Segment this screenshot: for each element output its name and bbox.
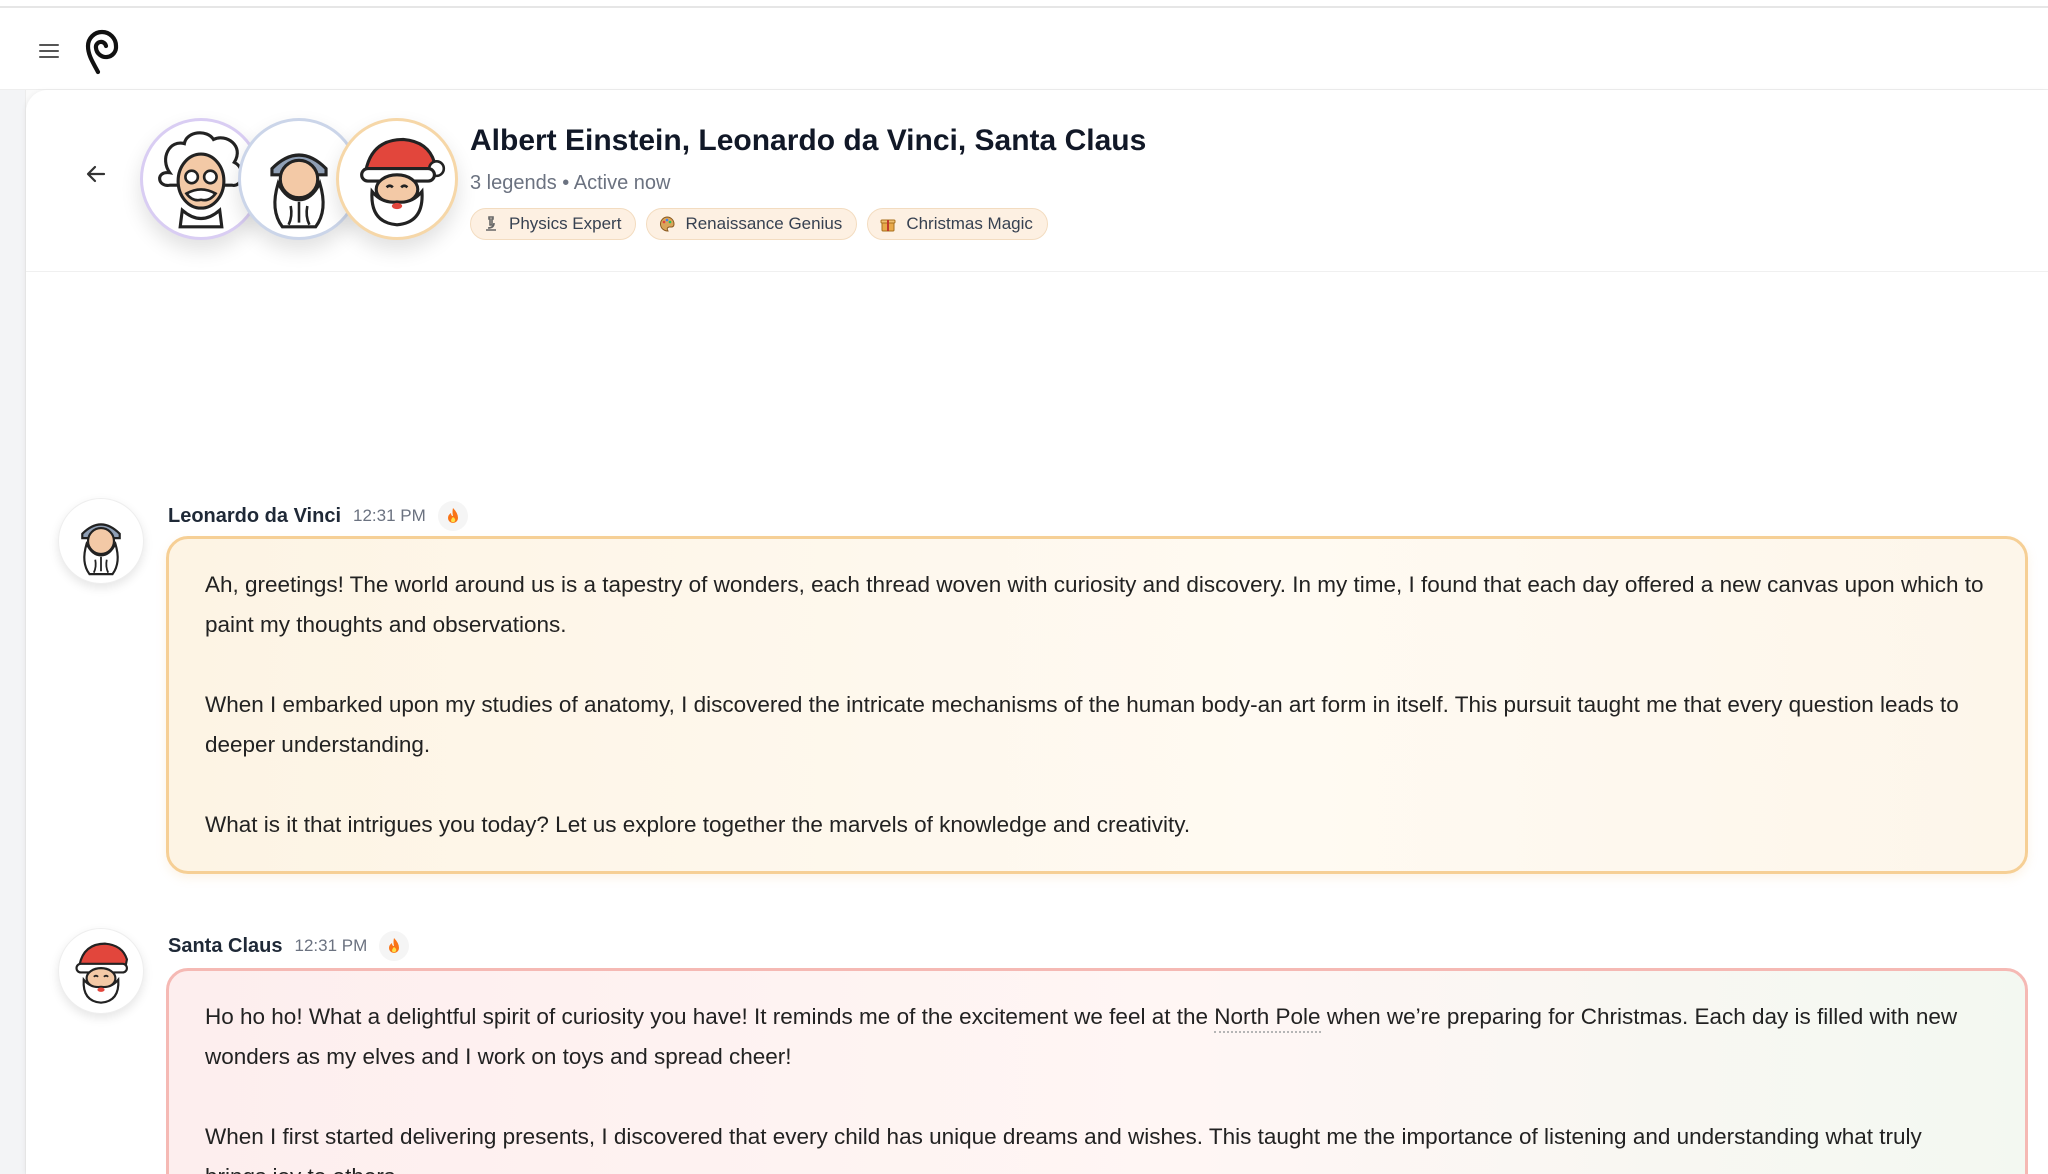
message-paragraph: When I first started delivering presents…	[205, 1124, 1922, 1174]
north-pole-link[interactable]: North Pole	[1214, 1004, 1321, 1033]
tag-renaissance-genius[interactable]: Renaissance Genius	[646, 208, 858, 240]
message-paragraph: When I embarked upon my studies of anato…	[205, 692, 1959, 757]
present-icon	[880, 216, 896, 232]
sender-name: Santa Claus	[168, 934, 283, 957]
chat-subtitle: 3 legends • Active now	[470, 172, 671, 194]
microscope-icon	[483, 216, 499, 232]
message-paragraph: Ah, greetings! The world around us is a …	[205, 572, 1984, 637]
chat-panel: Albert Einstein, Leonardo da Vinci, Sant…	[26, 90, 2048, 1174]
tag-christmas-magic[interactable]: Christmas Magic	[867, 208, 1048, 240]
reaction-button[interactable]	[379, 931, 410, 961]
message-avatar	[58, 498, 144, 584]
legend-tags: Physics Expert Renaissance Genius Christ…	[470, 208, 1048, 240]
palette-icon	[659, 216, 675, 232]
tag-label: Christmas Magic	[906, 214, 1033, 233]
text-segment: Ho ho ho! What a delightful spirit of cu…	[205, 1004, 1215, 1029]
window-top-edge	[0, 0, 2048, 8]
fire-icon	[447, 508, 458, 523]
message-paragraph: What is it that intrigues you today? Let…	[205, 812, 1191, 837]
avatar-santa	[336, 118, 458, 240]
message-paragraph: Ho ho ho! What a delightful spirit of cu…	[205, 997, 1989, 1077]
santa-icon	[360, 137, 446, 227]
message-bubble: Ah, greetings! The world around us is a …	[166, 536, 2028, 874]
message-bubble: Ho ho ho! What a delightful spirit of cu…	[166, 968, 2028, 1174]
hamburger-icon	[39, 44, 59, 58]
tag-label: Physics Expert	[509, 214, 622, 233]
group-avatars	[140, 118, 470, 242]
sender-name: Leonardo da Vinci	[168, 504, 341, 527]
message-meta: Santa Claus 12:31 PM	[168, 931, 410, 961]
reaction-button[interactable]	[437, 501, 468, 531]
tag-label: Renaissance Genius	[685, 214, 843, 233]
back-button[interactable]	[78, 156, 114, 192]
message-santa: Santa Claus 12:31 PM Ho ho ho! What a de…	[58, 928, 2048, 1174]
arrow-left-icon	[86, 165, 106, 183]
timestamp: 12:31 PM	[353, 506, 426, 525]
message-leonardo: Leonardo da Vinci 12:31 PM Ah, greetings…	[58, 498, 2048, 888]
timestamp: 12:31 PM	[294, 936, 368, 955]
message-meta: Leonardo da Vinci 12:31 PM	[168, 501, 468, 531]
app-logo[interactable]	[84, 28, 120, 76]
da-vinci-icon	[81, 523, 121, 576]
santa-icon	[75, 942, 129, 1004]
message-avatar	[58, 928, 144, 1014]
collapsed-sidebar	[0, 90, 26, 1174]
chat-header: Albert Einstein, Leonardo da Vinci, Sant…	[26, 90, 2048, 272]
tag-physics-expert[interactable]: Physics Expert	[470, 208, 637, 240]
logo-icon	[85, 29, 119, 75]
menu-button[interactable]	[34, 36, 64, 66]
chat-title: Albert Einstein, Leonardo da Vinci, Sant…	[470, 124, 1147, 157]
app-bar	[0, 8, 2048, 90]
fire-icon	[389, 938, 400, 953]
